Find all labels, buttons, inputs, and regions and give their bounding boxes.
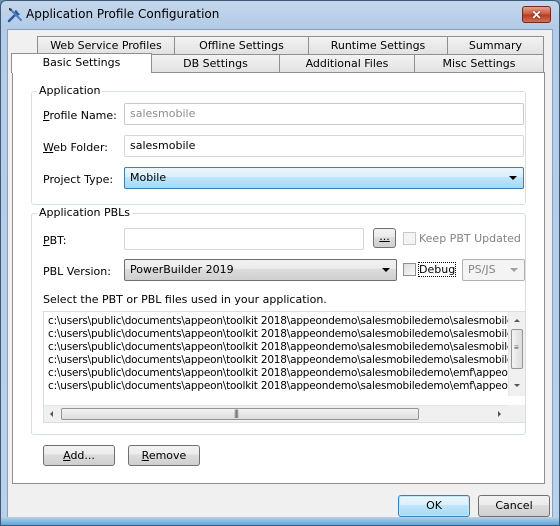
chevron-down-icon <box>509 176 517 180</box>
script-type-dropdown[interactable]: PS/JS <box>462 259 525 281</box>
application-profile-window: Application Profile Configuration ✕ Web … <box>0 0 560 526</box>
scroll-corner <box>508 405 525 422</box>
ok-button[interactable]: OK <box>398 495 470 517</box>
application-pbls-group: Application PBLs PBT: ... Keep PBT Updat… <box>31 206 526 435</box>
tab-label: Runtime Settings <box>330 39 426 52</box>
dialog-client-area: Web Service Profiles Offline Settings Ru… <box>7 29 553 519</box>
tab-basic-settings[interactable]: Basic Settings <box>11 53 152 73</box>
web-folder-label: Web Folder: <box>43 141 108 154</box>
web-folder-field[interactable]: salesmobile <box>124 135 524 157</box>
vertical-scroll-thumb[interactable]: ≡ <box>511 329 523 369</box>
debug-checkbox[interactable]: Debug <box>403 262 457 277</box>
close-icon: ✕ <box>531 7 542 22</box>
tab-additional-files[interactable]: Additional Files <box>279 54 415 72</box>
remove-button[interactable]: Remove <box>128 445 200 466</box>
tab-label: Summary <box>468 39 523 52</box>
tab-label: Offline Settings <box>199 39 284 52</box>
pbt-label: PBT: <box>43 234 67 247</box>
chevron-down-icon <box>510 268 518 272</box>
tab-label: Additional Files <box>305 57 389 70</box>
debug-label: Debug <box>417 262 457 277</box>
add-label: Add... <box>63 449 95 462</box>
chevron-down-icon <box>382 268 390 272</box>
project-type-value: Mobile <box>130 171 167 184</box>
vertical-scrollbar[interactable]: ≡ <box>508 312 525 396</box>
pbl-files-list[interactable]: c:\users\public\documents\appeon\toolkit… <box>43 311 526 423</box>
keep-pbt-updated-label: Keep PBT Updated <box>419 232 521 245</box>
pbl-file-item[interactable]: c:\users\public\documents\appeon\toolkit… <box>48 341 525 354</box>
tab-summary[interactable]: Summary <box>447 36 544 54</box>
title-bar[interactable]: Application Profile Configuration ✕ <box>1 1 559 29</box>
script-type-value: PS/JS <box>468 263 496 276</box>
tab-misc-settings[interactable]: Misc Settings <box>414 54 544 72</box>
horizontal-scroll-thumb[interactable]: ||| <box>61 408 419 420</box>
application-group: Application Profile Name: salesmobile We… <box>31 84 526 205</box>
pbl-file-item[interactable]: c:\users\public\documents\appeon\toolkit… <box>48 380 525 393</box>
pbl-version-dropdown[interactable]: PowerBuilder 2019 <box>124 259 397 281</box>
tools-icon <box>7 8 22 23</box>
scroll-right-icon[interactable] <box>498 411 501 417</box>
grip-icon: ≡ <box>514 343 519 352</box>
pbl-file-item[interactable]: c:\users\public\documents\appeon\toolkit… <box>48 315 525 328</box>
pbl-file-item[interactable]: c:\users\public\documents\appeon\toolkit… <box>48 328 525 341</box>
scroll-left-icon[interactable] <box>50 411 53 417</box>
cancel-button[interactable]: Cancel <box>478 495 550 517</box>
tab-label: Basic Settings <box>42 56 121 69</box>
tab-label: DB Settings <box>183 57 248 70</box>
pbl-file-item[interactable]: c:\users\public\documents\appeon\toolkit… <box>48 354 525 367</box>
pbl-version-value: PowerBuilder 2019 <box>130 263 234 276</box>
tab-db-settings[interactable]: DB Settings <box>151 54 280 72</box>
basic-settings-panel: Application Profile Name: salesmobile We… <box>12 72 545 484</box>
tab-label: Web Service Profiles <box>50 39 162 52</box>
tab-runtime-settings[interactable]: Runtime Settings <box>308 36 448 54</box>
tab-web-service-profiles[interactable]: Web Service Profiles <box>37 36 175 54</box>
pbl-file-item[interactable]: c:\users\public\documents\appeon\toolkit… <box>48 367 525 380</box>
add-button[interactable]: Add... <box>43 445 115 466</box>
scroll-down-icon[interactable] <box>514 384 520 387</box>
project-type-label: Project Type: <box>43 173 114 186</box>
application-pbls-group-title: Application PBLs <box>37 206 132 219</box>
horizontal-scrollbar[interactable]: ||| <box>44 405 508 422</box>
pbl-version-label: PBL Version: <box>43 265 111 278</box>
profile-name-field[interactable]: salesmobile <box>124 103 524 125</box>
pbt-field[interactable] <box>124 228 364 250</box>
pbl-file-lines: c:\users\public\documents\appeon\toolkit… <box>48 315 525 393</box>
tab-offline-settings[interactable]: Offline Settings <box>174 36 309 54</box>
profile-name-label: Profile Name: <box>43 109 117 122</box>
scroll-up-icon[interactable] <box>514 319 520 322</box>
tab-label: Misc Settings <box>442 57 516 70</box>
pbl-instructions: Select the PBT or PBL files used in your… <box>43 293 327 306</box>
checkbox-box <box>403 232 416 245</box>
browse-pbt-button[interactable]: ... <box>373 228 396 248</box>
application-group-title: Application <box>37 84 103 97</box>
grip-icon: ||| <box>234 408 239 418</box>
close-button[interactable]: ✕ <box>522 6 551 23</box>
window-bottom-border <box>1 517 559 525</box>
keep-pbt-updated-checkbox[interactable]: Keep PBT Updated <box>403 232 521 245</box>
remove-label: Remove <box>141 449 187 462</box>
project-type-dropdown[interactable]: Mobile <box>124 167 524 189</box>
window-title: Application Profile Configuration <box>26 7 220 21</box>
browse-label: ... <box>379 230 390 243</box>
checkbox-box <box>403 263 416 276</box>
